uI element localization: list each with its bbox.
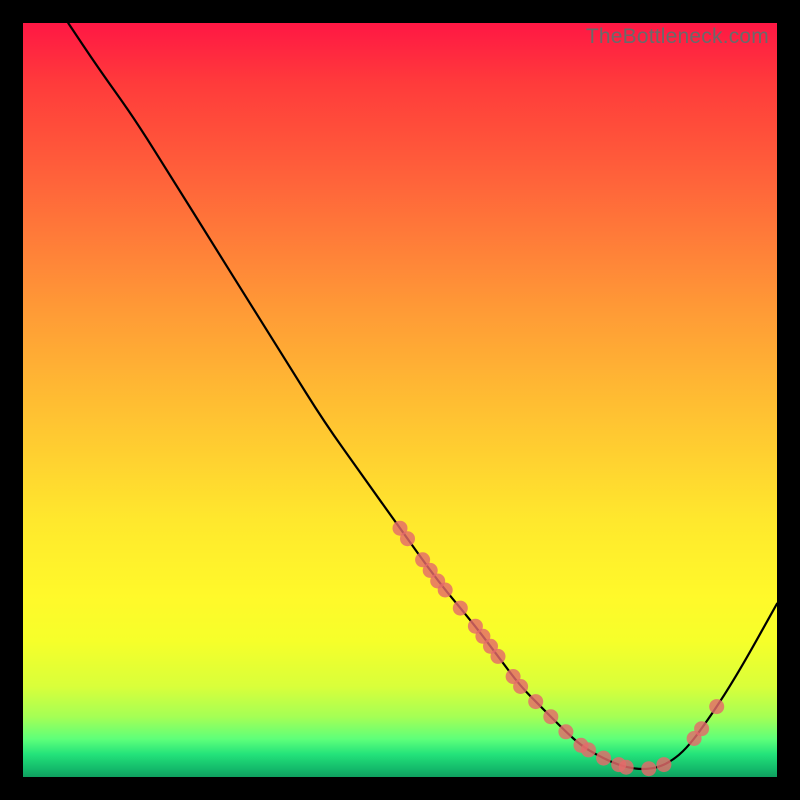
curve-dot bbox=[694, 721, 709, 736]
curve-dot bbox=[543, 709, 558, 724]
curve-dots-group bbox=[393, 521, 725, 777]
chart-plot-area: TheBottleneck.com bbox=[23, 23, 777, 777]
curve-dot bbox=[709, 699, 724, 714]
curve-dot bbox=[400, 531, 415, 546]
curve-dot bbox=[558, 724, 573, 739]
curve-dot bbox=[656, 757, 671, 772]
curve-dot bbox=[453, 601, 468, 616]
curve-dot bbox=[596, 751, 611, 766]
curve-dot bbox=[641, 761, 656, 776]
curve-dot bbox=[619, 760, 634, 775]
chart-svg bbox=[23, 23, 777, 777]
curve-dot bbox=[491, 649, 506, 664]
curve-dot bbox=[528, 694, 543, 709]
curve-dot bbox=[513, 679, 528, 694]
curve-dot bbox=[438, 583, 453, 598]
bottleneck-curve bbox=[68, 23, 777, 769]
curve-dot bbox=[581, 742, 596, 757]
